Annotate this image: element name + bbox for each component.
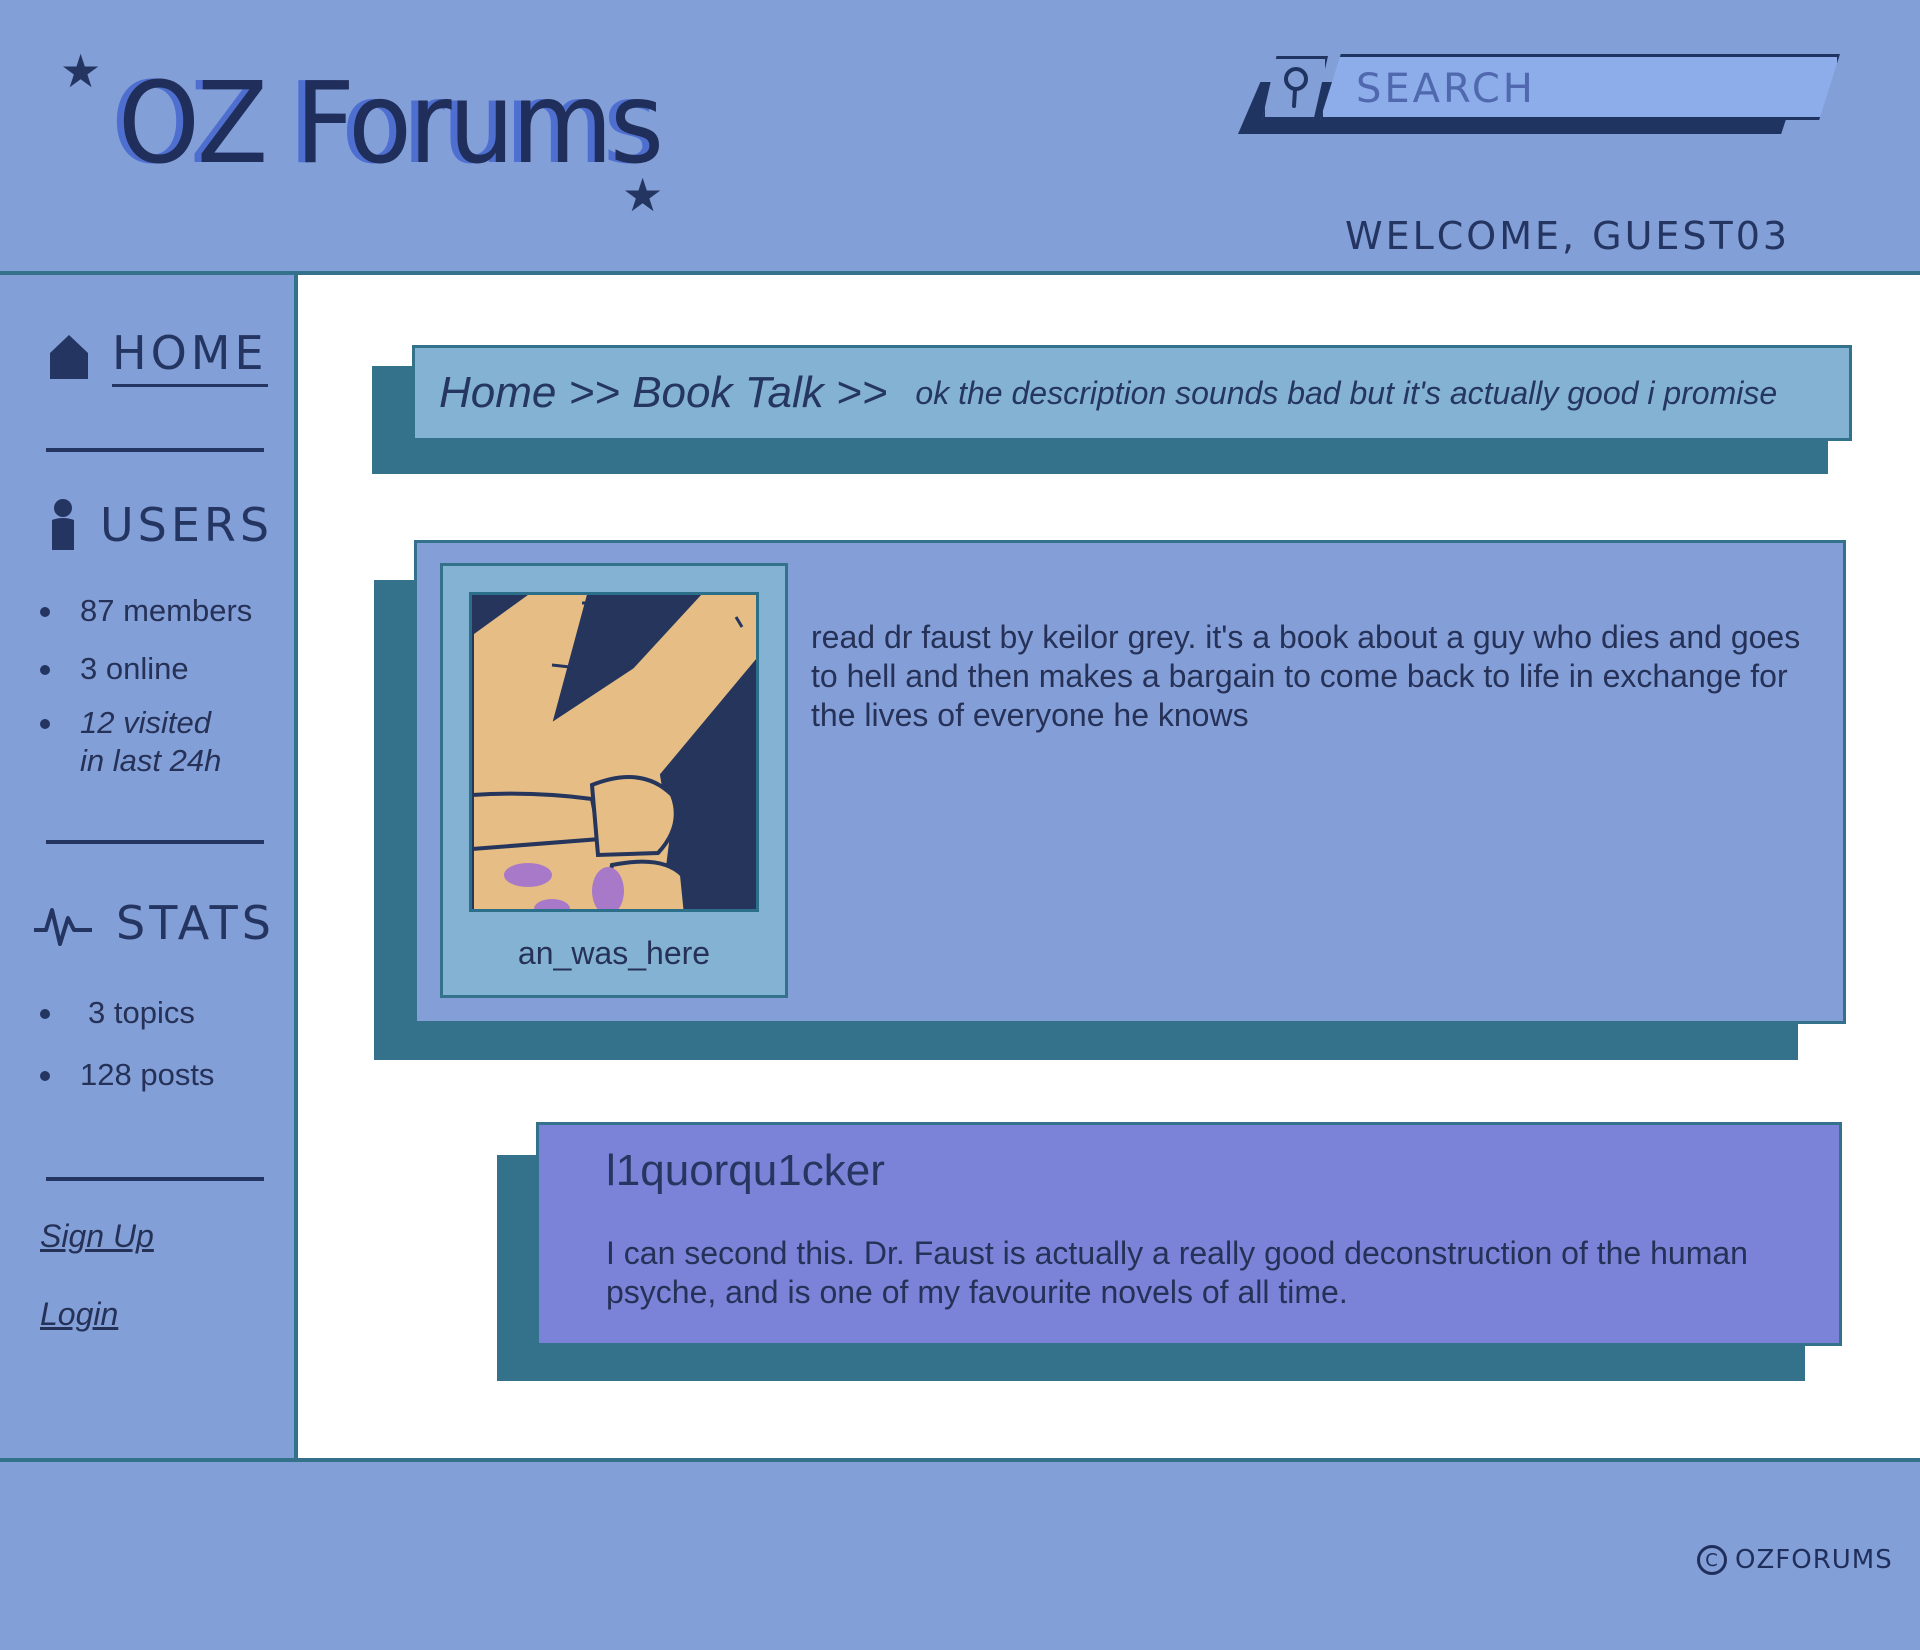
search-icon[interactable] xyxy=(1276,64,1316,110)
sidebar-divider-line xyxy=(46,1177,264,1181)
list-item: 3 online xyxy=(38,650,252,688)
sidebar-item-label: USERS xyxy=(100,498,274,552)
site-footer xyxy=(0,1462,1920,1650)
activity-icon xyxy=(34,908,92,946)
copyright-text: OZFORUMS xyxy=(1735,1545,1893,1575)
star-icon: ★ xyxy=(60,45,102,97)
site-logo[interactable]: OZ Forums xyxy=(118,57,664,189)
breadcrumb: Home >> Book Talk >> ok the description … xyxy=(412,345,1852,441)
thread-title: ok the description sounds bad but it's a… xyxy=(915,374,1778,411)
copyright-icon: C xyxy=(1697,1545,1727,1575)
list-item: 12 visited in last 24h xyxy=(38,704,252,780)
post-body: I can second this. Dr. Faust is actually… xyxy=(606,1235,1748,1310)
home-icon xyxy=(50,334,88,379)
list-item: 3 topics xyxy=(38,994,214,1032)
post-author-name[interactable]: an_was_here xyxy=(440,935,788,972)
welcome-message: WELCOME, GUEST03 xyxy=(1345,214,1791,258)
sidebar-item-stats[interactable]: STATS xyxy=(32,896,275,950)
breadcrumb-path[interactable]: Home >> Book Talk >> xyxy=(439,368,887,418)
avatar[interactable] xyxy=(469,592,759,912)
sign-up-link[interactable]: Sign Up xyxy=(40,1218,154,1255)
peace-sign-hand-image xyxy=(472,595,756,909)
search-bar[interactable] xyxy=(1238,52,1840,144)
sidebar-divider-line xyxy=(46,448,264,452)
list-item-text: 12 visited xyxy=(80,705,211,740)
sidebar xyxy=(0,275,294,1458)
list-item: 87 members xyxy=(38,592,252,630)
login-link[interactable]: Login xyxy=(40,1296,118,1333)
users-stats-list: 87 members 3 online 12 visited in last 2… xyxy=(38,592,252,780)
sidebar-item-home[interactable]: HOME xyxy=(48,326,268,387)
copyright-notice: C OZFORUMS xyxy=(1697,1545,1893,1575)
search-input[interactable] xyxy=(1354,64,1798,114)
post-body: read dr faust by keilor grey. it's a boo… xyxy=(811,619,1801,733)
sidebar-divider-line xyxy=(46,840,264,844)
sidebar-item-label: HOME xyxy=(112,326,268,387)
sidebar-item-label: STATS xyxy=(116,896,275,950)
stats-list: 3 topics 128 posts xyxy=(38,994,214,1094)
sidebar-item-users[interactable]: USERS xyxy=(48,498,273,552)
user-icon xyxy=(52,499,74,550)
list-item-text: in last 24h xyxy=(80,743,222,778)
list-item: 128 posts xyxy=(38,1056,214,1094)
post-author-name[interactable]: l1quorqu1cker xyxy=(606,1146,885,1196)
